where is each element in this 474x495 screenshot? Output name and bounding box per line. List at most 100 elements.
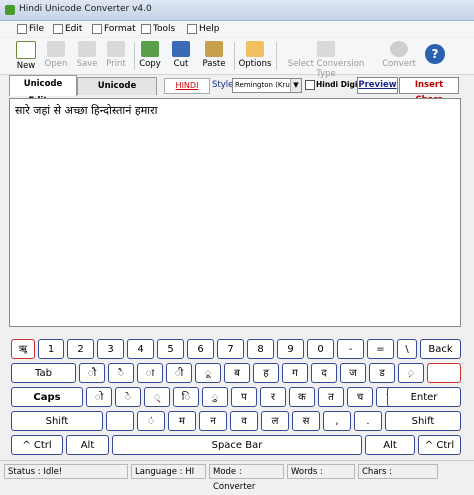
copy-button[interactable]: Copy [137, 40, 163, 72]
key[interactable]: 5 [157, 339, 184, 359]
toolbar-separator [134, 42, 135, 70]
format-icon [92, 24, 102, 34]
app-icon [5, 5, 15, 15]
status-text: Status : Idle! [4, 464, 128, 479]
preview-button[interactable]: Preview [357, 77, 398, 94]
new-button[interactable]: New [12, 40, 40, 72]
key[interactable]: म [168, 411, 196, 431]
key[interactable]: द [311, 363, 337, 383]
unicode-text-editor[interactable]: सारे जहां से अच्छा हिन्दोस्तानं हमारा [9, 98, 461, 327]
backspace-key[interactable]: Back [420, 339, 461, 359]
window-title: Hindi Unicode Converter v4.0 [19, 4, 152, 14]
alt-right-key[interactable]: Alt [365, 435, 415, 455]
help-button[interactable]: ? [422, 40, 448, 72]
conversion-type-icon [317, 41, 335, 57]
key[interactable]: ो [86, 387, 112, 407]
key[interactable]: ी [166, 363, 192, 383]
key[interactable]: \ [397, 339, 417, 359]
key[interactable]: ं [137, 411, 165, 431]
save-button[interactable]: Save [73, 40, 101, 72]
tab-unicode-converter[interactable]: Unicode Converter [77, 77, 157, 108]
key[interactable]: ल [261, 411, 289, 431]
key[interactable]: 0 [307, 339, 334, 359]
key[interactable]: ॠ [11, 339, 35, 359]
hindi-digit-checkbox[interactable] [305, 80, 315, 90]
key[interactable]: क [289, 387, 315, 407]
key[interactable] [427, 363, 461, 383]
hindi-digit-label: Hindi Digit [316, 80, 362, 89]
cut-button[interactable]: Cut [168, 40, 194, 72]
key[interactable]: ़ [398, 363, 424, 383]
key[interactable]: स [292, 411, 320, 431]
key[interactable]: ् [144, 387, 170, 407]
key[interactable]: न [199, 411, 227, 431]
tab-unicode-editor[interactable]: Unicode Editor [9, 75, 77, 106]
key[interactable]: , [323, 411, 351, 431]
key[interactable]: = [367, 339, 394, 359]
key[interactable]: 4 [127, 339, 154, 359]
key[interactable]: ह [253, 363, 279, 383]
menu-tools[interactable]: Tools [141, 23, 175, 35]
cut-label: Cut [173, 59, 189, 69]
editor-text: सारे जहां से अच्छा हिन्दोस्तानं हमारा [15, 104, 158, 117]
cut-icon [172, 41, 190, 57]
key[interactable]: ै [108, 363, 134, 383]
key[interactable]: ौ [79, 363, 105, 383]
key[interactable]: 9 [277, 339, 304, 359]
print-label: Print [106, 59, 126, 69]
key[interactable]: 8 [247, 339, 274, 359]
open-folder-icon [47, 41, 65, 57]
caps-lock-key[interactable]: Caps [11, 387, 83, 407]
shift-right-key[interactable]: Shift [385, 411, 461, 431]
menu-file-label: File [29, 24, 45, 34]
paste-button[interactable]: Paste [200, 40, 228, 72]
menu-file[interactable]: File [17, 23, 44, 35]
alt-left-key[interactable]: Alt [66, 435, 109, 455]
toolbar-separator [234, 42, 235, 70]
menu-help[interactable]: Help [187, 23, 220, 35]
key[interactable]: 7 [217, 339, 244, 359]
key[interactable]: र [260, 387, 286, 407]
key[interactable]: प [231, 387, 257, 407]
key[interactable]: 1 [38, 339, 64, 359]
key[interactable] [106, 411, 134, 431]
options-button[interactable]: Options [238, 40, 272, 72]
key[interactable]: त [318, 387, 344, 407]
key[interactable]: ि [173, 387, 199, 407]
hindi-button[interactable]: HINDI [164, 78, 210, 94]
enter-key[interactable]: Enter [387, 387, 461, 407]
open-button[interactable]: Open [42, 40, 70, 72]
help-icon [187, 24, 197, 34]
menu-format[interactable]: Format [92, 23, 136, 35]
shift-left-key[interactable]: Shift [11, 411, 103, 431]
key[interactable]: ज [340, 363, 366, 383]
key[interactable]: े [115, 387, 141, 407]
ctrl-right-key[interactable]: ^ Ctrl [418, 435, 461, 455]
options-label: Options [238, 59, 272, 69]
key[interactable]: ड [369, 363, 395, 383]
menu-edit[interactable]: Edit [53, 23, 82, 35]
ctrl-left-key[interactable]: ^ Ctrl [11, 435, 63, 455]
key[interactable]: ू [195, 363, 221, 383]
words-count: Words : [287, 464, 355, 479]
key[interactable]: 3 [97, 339, 124, 359]
key[interactable]: च [347, 387, 373, 407]
insert-chars-button[interactable]: Insert Chars [399, 77, 459, 105]
select-conversion-type-button[interactable]: Select Conversion Type [280, 40, 372, 79]
key[interactable]: . [354, 411, 382, 431]
key[interactable]: ा [137, 363, 163, 383]
style-select[interactable]: Remington (Kruti) ▼ [232, 78, 302, 93]
key[interactable]: 6 [187, 339, 214, 359]
print-button[interactable]: Print [102, 40, 130, 72]
key[interactable]: - [337, 339, 364, 359]
key[interactable]: ब [224, 363, 250, 383]
key[interactable]: ु [202, 387, 228, 407]
space-bar-key[interactable]: Space Bar [112, 435, 362, 455]
convert-button[interactable]: Convert [382, 40, 416, 72]
key[interactable]: 2 [67, 339, 94, 359]
menu-edit-label: Edit [65, 24, 83, 34]
key[interactable]: ग [282, 363, 308, 383]
tab-key[interactable]: Tab [11, 363, 76, 383]
key[interactable]: व [230, 411, 258, 431]
copy-label: Copy [139, 59, 161, 69]
